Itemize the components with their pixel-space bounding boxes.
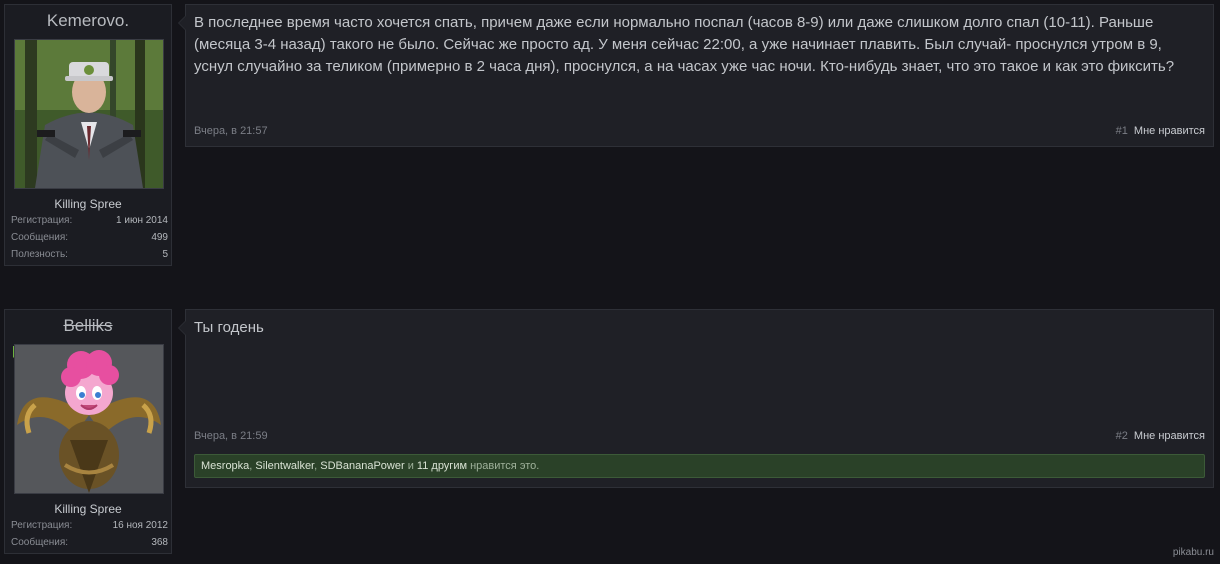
stat-label: Полезность: xyxy=(11,249,68,260)
stat-label: Регистрация: xyxy=(11,215,73,226)
likes-suffix: нравится это. xyxy=(470,460,540,472)
post-number-link[interactable]: #1 xyxy=(1116,125,1128,137)
post-date[interactable]: Вчера, в 21:57 xyxy=(194,125,268,137)
avatar-image xyxy=(15,345,163,493)
message-box: Ты годень Вчера, в 21:59 #2 Мне нравится … xyxy=(178,309,1214,488)
post-date[interactable]: Вчера, в 21:59 xyxy=(194,430,268,442)
stat-value: 16 ноя 2012 xyxy=(112,520,168,531)
likes-others-link[interactable]: 11 другим xyxy=(417,460,467,472)
user-title: Killing Spree xyxy=(54,502,122,516)
message-footer: Вчера, в 21:59 #2 Мне нравится xyxy=(194,430,1205,446)
likes-summary: Mesropka, Silentwalker, SDBananaPower и … xyxy=(194,454,1205,478)
stat-messages: Сообщения: 368 xyxy=(11,537,168,554)
user-title: Killing Spree xyxy=(54,197,122,211)
avatar-image xyxy=(15,40,163,188)
avatar[interactable] xyxy=(14,344,164,494)
avatar[interactable] xyxy=(14,39,164,189)
stat-usefulness: Полезность: 5 xyxy=(11,249,168,266)
footer-actions: #1 Мне нравится xyxy=(1116,125,1205,137)
message-box: В последнее время часто хочется спать, п… xyxy=(178,4,1214,147)
speech-arrow xyxy=(178,15,186,31)
stat-label: Сообщения: xyxy=(11,232,69,243)
message-text: В последнее время часто хочется спать, п… xyxy=(194,14,1175,75)
likes-separator: , xyxy=(314,460,318,472)
message-text: Ты годень xyxy=(194,319,264,336)
stat-value: 368 xyxy=(151,537,168,548)
liker-link[interactable]: SDBananaPower xyxy=(320,460,404,472)
stat-label: Регистрация: xyxy=(11,520,73,531)
like-button[interactable]: Мне нравится xyxy=(1134,430,1205,442)
message-footer: Вчера, в 21:57 #1 Мне нравится xyxy=(194,125,1205,141)
likes-and: и xyxy=(407,460,414,472)
footer-actions: #2 Мне нравится xyxy=(1116,430,1205,442)
stat-label: Сообщения: xyxy=(11,537,69,548)
liker-link[interactable]: Silentwalker xyxy=(255,460,314,472)
stat-value: 499 xyxy=(151,232,168,243)
stat-value: 1 июн 2014 xyxy=(116,215,168,226)
watermark: pikabu.ru xyxy=(1172,547,1214,558)
stat-registration: Регистрация: 16 ноя 2012 xyxy=(11,520,168,537)
likes-separator: , xyxy=(249,460,253,472)
stat-messages: Сообщения: 499 xyxy=(11,232,168,249)
stat-value: 5 xyxy=(162,249,168,260)
liker-link[interactable]: Mesropka xyxy=(201,460,249,472)
speech-arrow xyxy=(178,320,186,336)
username[interactable]: Belliks xyxy=(5,311,171,340)
stat-registration: Регистрация: 1 июн 2014 xyxy=(11,215,168,232)
like-button[interactable]: Мне нравится xyxy=(1134,125,1205,137)
post-number-link[interactable]: #2 xyxy=(1116,430,1128,442)
user-card: Kemerovo. Killing Spree Регистрация: 1 и… xyxy=(4,4,172,266)
user-card: Belliks Killing Spree Регистрация: 16 но… xyxy=(4,309,172,554)
username[interactable]: Kemerovo. xyxy=(5,6,171,35)
